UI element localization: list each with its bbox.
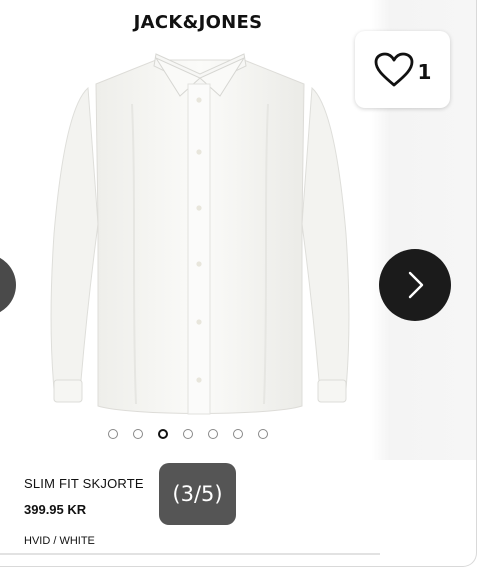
product-color: HVID / WHITE <box>24 535 95 547</box>
previous-image-button[interactable] <box>0 254 16 316</box>
carousel-dots <box>108 429 268 439</box>
chevron-right-icon <box>408 271 424 299</box>
product-name[interactable]: SLIM FIT SKJORTE <box>24 476 144 491</box>
brand-logo: JACK&JONES <box>133 12 263 33</box>
favorite-button[interactable]: 1 <box>355 31 450 108</box>
favorite-count: 1 <box>417 59 432 84</box>
image-counter-badge: (3/5) <box>159 463 236 525</box>
carousel-dot[interactable] <box>233 429 243 439</box>
carousel-dot[interactable] <box>108 429 118 439</box>
divider <box>0 553 380 555</box>
product-card[interactable]: JACK&JONES 1 SLIM FIT SKJORTE 399.95 KR … <box>0 0 477 567</box>
carousel-dot[interactable] <box>133 429 143 439</box>
carousel-dot[interactable] <box>258 429 268 439</box>
heart-outline-icon <box>374 52 413 86</box>
carousel-dot[interactable] <box>183 429 193 439</box>
product-price: 399.95 KR <box>24 502 87 517</box>
product-image-area[interactable]: JACK&JONES 1 <box>0 0 476 460</box>
product-image-shirt <box>50 53 350 415</box>
next-image-button[interactable] <box>379 249 451 321</box>
carousel-dot[interactable] <box>208 429 218 439</box>
carousel-dot[interactable] <box>158 429 168 439</box>
